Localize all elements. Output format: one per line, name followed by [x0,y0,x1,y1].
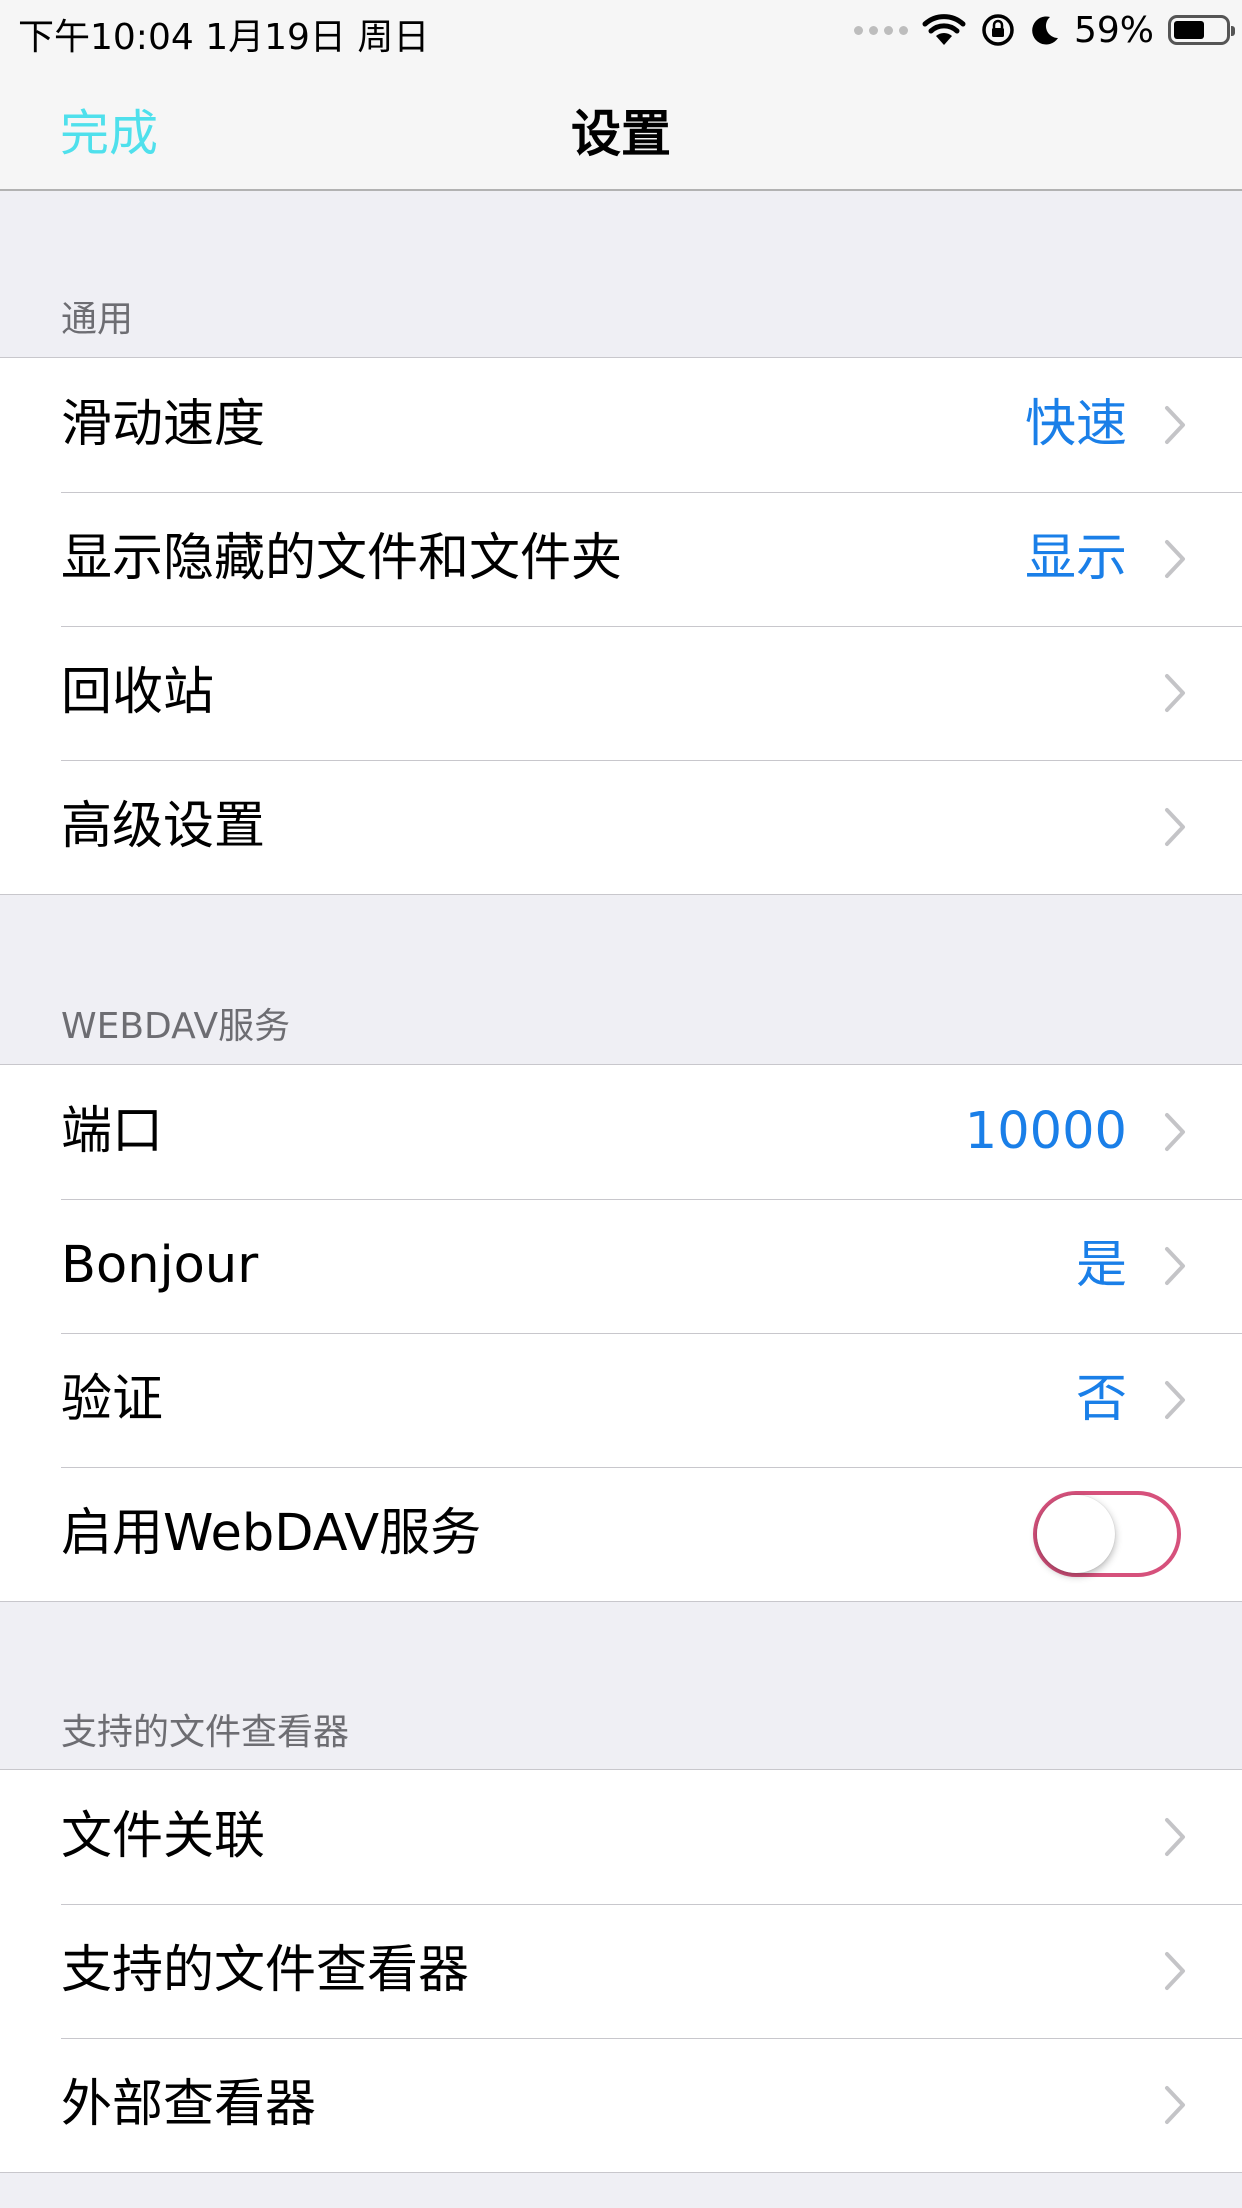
row-label: 滑动速度 [61,395,266,454]
row-authentication[interactable]: 验证 否 [0,1333,1242,1467]
signal-dots-icon [853,25,908,35]
row-advanced-settings[interactable]: 高级设置 [0,760,1242,894]
battery-icon [1168,15,1235,45]
row-supported-viewers[interactable]: 支持的文件查看器 [0,1904,1242,2038]
battery-percent: 59% [1073,9,1154,51]
chevron-right-icon [1165,1247,1185,1285]
chevron-right-icon [1165,1113,1185,1151]
row-value: 否 [1075,1370,1127,1429]
row-value: 10000 [964,1102,1127,1161]
toggle-knob [1037,1495,1115,1573]
row-value: 快速 [1024,395,1127,454]
group-webdav: 端口 10000 Bonjour 是 验证 否 启用WebDAV服务 [0,1064,1242,1602]
chevron-right-icon [1165,674,1185,712]
row-show-hidden[interactable]: 显示隐藏的文件和文件夹 显示 [0,492,1242,626]
chevron-right-icon [1165,406,1185,444]
status-bar: 下午10:04 1月19日 周日 59% [0,0,1242,60]
chevron-right-icon [1165,808,1185,846]
row-label: Bonjour [61,1236,259,1295]
row-label: 显示隐藏的文件和文件夹 [61,529,623,588]
section-header-general: 通用 [61,299,134,340]
row-label: 端口 [61,1102,164,1161]
chevron-right-icon [1165,1381,1185,1419]
status-right: 59% [853,6,1235,54]
row-label: 支持的文件查看器 [61,1941,470,2000]
row-label: 回收站 [61,663,215,722]
chevron-right-icon [1165,2086,1185,2124]
row-port[interactable]: 端口 10000 [0,1065,1242,1199]
chevron-right-icon [1165,1952,1185,1990]
row-label: 外部查看器 [61,2075,317,2134]
status-time: 下午10:04 1月19日 周日 [18,17,430,58]
section-header-viewers: 支持的文件查看器 [61,1712,350,1753]
moon-icon [1030,14,1060,46]
row-external-viewers[interactable]: 外部查看器 [0,2038,1242,2172]
row-label: 高级设置 [61,797,266,856]
group-general: 滑动速度 快速 显示隐藏的文件和文件夹 显示 回收站 高级设置 [0,357,1242,895]
row-recycle-bin[interactable]: 回收站 [0,626,1242,760]
chevron-right-icon [1165,1818,1185,1856]
row-value: 显示 [1024,529,1127,588]
battery-fill [1174,21,1204,39]
chevron-right-icon [1165,540,1185,578]
enable-webdav-toggle[interactable] [1033,1491,1181,1577]
row-label: 启用WebDAV服务 [61,1504,482,1563]
row-file-association[interactable]: 文件关联 [0,1770,1242,1904]
page-title: 设置 [571,105,671,163]
row-label: 验证 [61,1370,164,1429]
row-bonjour[interactable]: Bonjour 是 [0,1199,1242,1333]
row-enable-webdav: 启用WebDAV服务 [0,1467,1242,1601]
nav-bar: 完成 设置 [0,60,1242,191]
group-viewers: 文件关联 支持的文件查看器 外部查看器 [0,1769,1242,2173]
wifi-icon [922,13,966,47]
row-label: 文件关联 [61,1807,266,1866]
orientation-lock-icon [980,12,1016,48]
row-scroll-speed[interactable]: 滑动速度 快速 [0,358,1242,492]
row-value: 是 [1075,1236,1127,1295]
section-header-webdav: WEBDAV服务 [61,1006,291,1047]
